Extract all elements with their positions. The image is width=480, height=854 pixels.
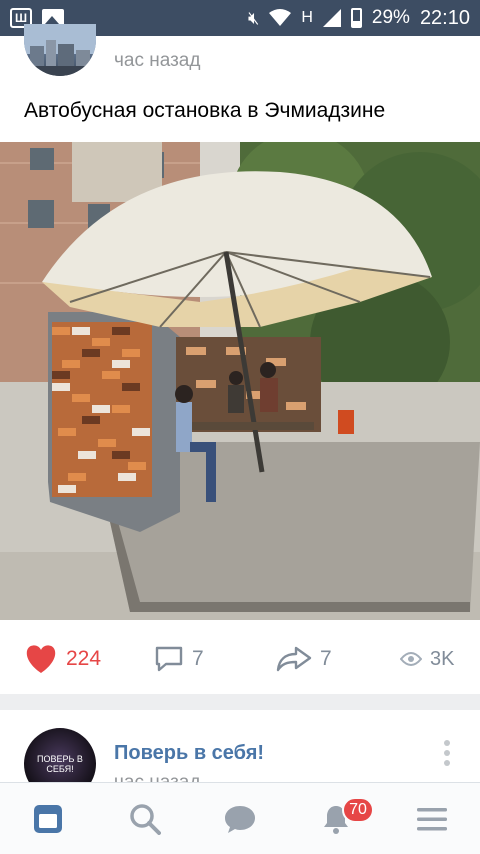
notifications-badge: 70: [342, 797, 374, 823]
wifi-icon: [269, 9, 292, 26]
signal-icon: [322, 9, 341, 27]
network-type: H: [301, 9, 313, 26]
author-avatar[interactable]: [24, 24, 96, 76]
bottom-tab-bar: 70: [0, 782, 480, 854]
tab-messages[interactable]: [222, 801, 258, 837]
like-count: 224: [66, 647, 102, 670]
menu-icon: [417, 808, 447, 831]
post-card: час назад Автобусная остановка в Эчмиадз…: [0, 24, 480, 694]
post-photo[interactable]: [0, 142, 480, 620]
comment-icon: [155, 646, 183, 672]
battery-icon: [350, 8, 362, 28]
eye-icon: [400, 652, 422, 666]
views-count: 3K: [430, 647, 455, 670]
tab-menu[interactable]: [414, 801, 450, 837]
heart-icon: [26, 645, 56, 673]
mute-icon: 🔇︎: [248, 7, 260, 28]
like-button[interactable]: 224: [24, 644, 101, 674]
next-post-card: ПОВЕРЬ В СЕБЯ! Поверь в себя! час назад: [0, 710, 480, 800]
battery-percent: 29%: [371, 7, 410, 28]
post-time: час назад: [114, 50, 201, 71]
group-avatar-text: ПОВЕРЬ В СЕБЯ!: [37, 754, 83, 774]
comment-button[interactable]: 7: [154, 645, 204, 673]
group-name[interactable]: Поверь в себя!: [114, 742, 264, 765]
more-options-icon[interactable]: [444, 740, 450, 766]
tab-news[interactable]: [30, 801, 66, 837]
search-icon: [130, 804, 161, 835]
clock: 22:10: [419, 6, 470, 29]
messages-icon: [225, 806, 255, 833]
post-actions: 224 7 7 3K: [0, 636, 480, 682]
comment-count: 7: [192, 647, 204, 670]
post-text: Автобусная остановка в Эчмиадзине: [24, 99, 386, 122]
share-button[interactable]: 7: [276, 646, 332, 672]
tab-search[interactable]: [127, 801, 163, 837]
share-icon: [276, 646, 312, 672]
news-icon: [34, 805, 62, 833]
views-counter: 3K: [400, 648, 454, 671]
share-count: 7: [320, 647, 332, 670]
